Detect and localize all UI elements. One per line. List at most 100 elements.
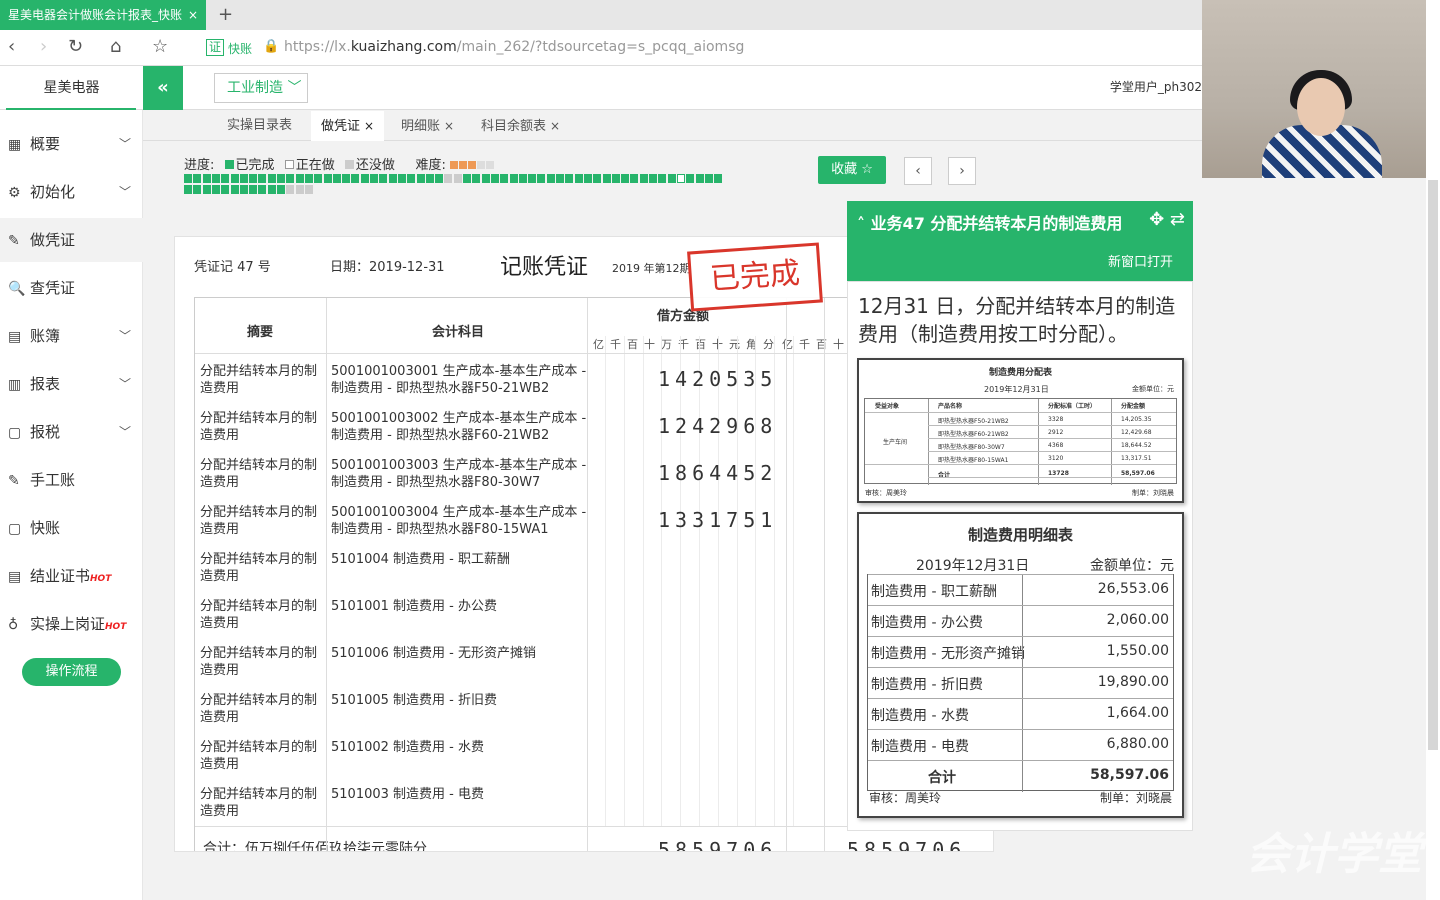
tab-item[interactable]: 明细账 × [391, 111, 464, 141]
row-debit-amount[interactable]: 1331751 [658, 508, 777, 532]
completed-stamp: 已完成 [687, 242, 823, 312]
row-account[interactable]: 5101003 制造费用 - 电费 [331, 786, 589, 803]
row-summary[interactable]: 分配并结转本月的制造费用 [200, 645, 328, 679]
app-header: 星美电器 « 工业制造 ﹀ 学堂用户_ph302 [0, 66, 1202, 110]
user-name[interactable]: 学堂用户_ph302 [1110, 78, 1202, 95]
row-account[interactable]: 5101004 制造费用 - 职工薪酬 [331, 551, 589, 568]
swap-icon[interactable]: ⇄ [1170, 209, 1185, 230]
sidebar-item[interactable]: ▥ 报表 ﹀ [0, 362, 143, 406]
collapse-sidebar-button[interactable]: « [143, 66, 183, 110]
row-summary[interactable]: 分配并结转本月的制造费用 [200, 457, 328, 491]
row-account[interactable]: 5001001003002 生产成本-基本生产成本 - 制造费用 - 即热型热水… [331, 410, 589, 444]
open-new-window-link[interactable]: 新窗口打开 [1108, 251, 1173, 270]
site-badge: 证 [206, 39, 225, 56]
browser-tab[interactable]: 星美电器会计做账会计报表_快账 × [0, 0, 206, 30]
site-name: 快账 [228, 42, 253, 56]
chevron-down-icon: ﹀ [118, 185, 131, 199]
workflow-button[interactable]: 操作流程 [22, 658, 121, 686]
reload-icon[interactable]: ↻ [68, 36, 83, 57]
close-icon[interactable]: × [364, 119, 374, 133]
row-summary[interactable]: 分配并结转本月的制造费用 [200, 363, 328, 397]
hot-badge: HOT [105, 622, 127, 632]
row-account[interactable]: 5101005 制造费用 - 折旧费 [331, 692, 589, 709]
sidebar-item[interactable]: ♁ 实操上岗证HOT [0, 602, 143, 646]
tab-item[interactable]: 科目余额表 × [471, 111, 570, 141]
row-account[interactable]: 5001001003004 生产成本-基本生产成本 - 制造费用 - 即热型热水… [331, 504, 589, 538]
sidebar-item[interactable]: ▢ 报税 ﹀ [0, 410, 143, 454]
alloc-cell: 即热型热水器F50-21WB2 [938, 418, 1009, 425]
col-summary: 摘要 [247, 325, 274, 340]
url-field[interactable]: https://lx.kuaizhang.com/main_262/?tdsou… [284, 39, 744, 55]
alloc-cell: 4368 [1048, 442, 1064, 449]
row-account[interactable]: 5001001003001 生产成本-基本生产成本 - 制造费用 - 即热型热水… [331, 363, 589, 397]
row-summary[interactable]: 分配并结转本月的制造费用 [200, 692, 328, 726]
file-icon: ▢ [8, 521, 22, 537]
book-icon: ▤ [8, 329, 22, 345]
allocation-table-image: 制造费用分配表 2019年12月31日 金额单位：元 受益对象 产品名称 分配标准（… [857, 358, 1184, 503]
sidebar-item[interactable]: ▤ 结业证书HOT [0, 554, 143, 598]
alloc-cell: 13,317.51 [1121, 455, 1152, 462]
alloc-cell: 2912 [1048, 429, 1064, 436]
sidebar-item-label: 手工账 [30, 471, 76, 489]
sidebar-item[interactable]: 🔍 查凭证 [0, 266, 143, 310]
alloc-header: 分配金额 [1121, 403, 1146, 410]
badge-icon: ♁ [8, 617, 19, 633]
voucher-date: 日期：2019-12-31 [330, 260, 445, 275]
close-icon[interactable]: × [444, 119, 454, 133]
detail-row: 制造费用 - 办公费 2,060.00 [868, 605, 1173, 637]
close-icon[interactable]: × [188, 0, 198, 30]
sidebar-item-label: 概要 [30, 135, 61, 153]
row-summary[interactable]: 分配并结转本月的制造费用 [200, 739, 328, 773]
row-account[interactable]: 5101001 制造费用 - 办公费 [331, 598, 589, 615]
detail-table-image: 制造费用明细表 2019年12月31日 金额单位：元 制造费用 - 职工薪酬 26… [857, 512, 1184, 818]
search-icon: 🔍 [8, 281, 26, 297]
chevron-down-icon: ﹀ [118, 329, 131, 343]
scrollbar-thumb[interactable] [1428, 180, 1438, 750]
watermark-logo: 会计学堂 [1246, 829, 1422, 880]
row-account[interactable]: 5101006 制造费用 - 无形资产摊销 [331, 645, 589, 662]
star-icon[interactable]: ☆ [152, 36, 168, 57]
row-debit-amount[interactable]: 1420535 [658, 367, 777, 391]
tab-item[interactable]: 实操目录表 [217, 111, 302, 141]
row-summary[interactable]: 分配并结转本月的制造费用 [200, 598, 328, 632]
sidebar-item[interactable]: ✎ 做凭证 [0, 218, 143, 262]
total-debit: 5859706 [658, 838, 778, 852]
chevron-up-icon[interactable]: ˄ [857, 214, 865, 233]
sidebar-item[interactable]: ✎ 手工账 [0, 458, 143, 502]
new-tab-button[interactable]: + [218, 0, 233, 30]
row-debit-amount[interactable]: 1864452 [658, 461, 777, 485]
task-title: ˄ 业务47 分配并结转本月的制造费用 [857, 214, 1123, 233]
sidebar-item[interactable]: ▤ 账簿 ﹀ [0, 314, 143, 358]
address-bar: ‹ › ↻ ⌂ ☆ 证 快账 🔒 https://lx.kuaizhang.co… [0, 30, 1202, 66]
back-icon[interactable]: ‹ [8, 36, 15, 57]
move-icon[interactable]: ✥ [1149, 209, 1164, 230]
row-account[interactable]: 5101002 制造费用 - 水费 [331, 739, 589, 756]
row-summary[interactable]: 分配并结转本月的制造费用 [200, 786, 328, 820]
sidebar-item[interactable]: ▢ 快账 [0, 506, 143, 550]
alloc-total: 58,597.06 [1121, 470, 1155, 477]
certificate-icon: ▤ [8, 569, 22, 585]
home-icon[interactable]: ⌂ [110, 36, 121, 57]
sidebar-item-label: 查凭证 [30, 279, 76, 297]
browser-tab-title: 星美电器会计做账会计报表_快账 [8, 8, 183, 22]
webcam-video [1202, 0, 1440, 178]
forward-icon[interactable]: › [40, 36, 47, 57]
prev-button[interactable]: ‹ [904, 157, 932, 185]
sidebar-item[interactable]: ⚙ 初始化 ﹀ [0, 170, 143, 214]
row-debit-amount[interactable]: 1242968 [658, 414, 777, 438]
close-icon[interactable]: × [550, 119, 560, 133]
row-summary[interactable]: 分配并结转本月的制造费用 [200, 551, 328, 585]
sidebar-item[interactable]: ▦ 概要 ﹀ [0, 122, 143, 166]
next-button[interactable]: › [948, 157, 976, 185]
row-account[interactable]: 5001001003003 生产成本-基本生产成本 - 制造费用 - 即热型热水… [331, 457, 589, 491]
tab-item[interactable]: 做凭证 × [311, 111, 385, 141]
sidebar-item-label: 结业证书 [30, 567, 91, 585]
mode-select[interactable]: 工业制造 ﹀ [214, 73, 308, 103]
row-summary[interactable]: 分配并结转本月的制造费用 [200, 410, 328, 444]
sidebar-item-label: 快账 [30, 519, 61, 537]
voucher-title: 记账凭证 [500, 255, 589, 280]
row-summary[interactable]: 分配并结转本月的制造费用 [200, 504, 328, 538]
alloc-cell: 3120 [1048, 455, 1064, 462]
favorite-button[interactable]: 收藏 ☆ [818, 156, 886, 184]
digit-header-debit: 亿千百十万千百十元角分 [593, 338, 780, 351]
